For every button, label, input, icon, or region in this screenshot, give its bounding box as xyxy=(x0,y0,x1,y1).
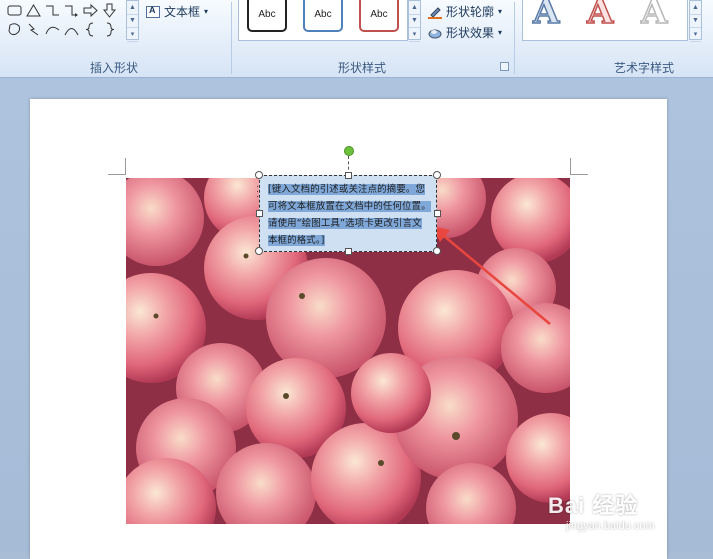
rectangle-shape-icon[interactable] xyxy=(6,2,23,19)
resize-handle-top-left[interactable] xyxy=(255,171,263,179)
curve-shape-icon[interactable] xyxy=(44,21,61,38)
scroll-up-icon[interactable]: ▲ xyxy=(409,1,420,15)
shape-style-thumb-1[interactable]: Abc xyxy=(247,0,287,32)
pen-outline-icon xyxy=(428,5,442,19)
crop-mark xyxy=(570,158,571,175)
wordart-style-2[interactable]: A xyxy=(586,0,614,33)
shape-outline-button[interactable]: 形状轮廓 ▾ xyxy=(428,3,502,20)
watermark-url: jingyan.baidu.com xyxy=(566,520,655,532)
style-thumb-label: Abc xyxy=(314,8,332,20)
triangle-shape-icon[interactable] xyxy=(25,2,42,19)
shape-effects-icon xyxy=(428,26,442,40)
scroll-down-icon[interactable]: ▼ xyxy=(690,15,701,29)
textbox-content[interactable]: [键入文档的引述或关注点的摘要。您可将文本框放置在文档中的任何位置。请使用“绘图… xyxy=(268,181,431,249)
more-icon[interactable]: ▾ xyxy=(409,28,420,42)
watermark-brand: Bai 经验 xyxy=(548,493,639,518)
resize-handle-bottom[interactable] xyxy=(345,248,352,255)
right-brace-icon[interactable] xyxy=(101,21,118,38)
crop-mark xyxy=(570,174,588,175)
anchor-icon[interactable]: · · · xyxy=(256,182,260,201)
down-arrow-shape-icon[interactable] xyxy=(101,2,118,19)
textbox-icon xyxy=(146,5,160,18)
shape-style-thumb-3[interactable]: Abc xyxy=(359,0,399,32)
resize-handle-top[interactable] xyxy=(345,172,352,179)
shape-gallery-row-2 xyxy=(6,21,118,38)
left-brace-icon[interactable] xyxy=(82,21,99,38)
shape-outline-label: 形状轮廓 xyxy=(446,5,495,19)
wordart-style-3[interactable]: A xyxy=(640,0,668,33)
resize-handle-left[interactable] xyxy=(256,210,263,217)
wordart-gallery-scroll[interactable]: ▲ ▼ ▾ xyxy=(689,0,702,42)
group-label-shape-styles: 形状样式 xyxy=(338,61,387,75)
shape-style-gallery: Abc Abc Abc xyxy=(238,0,408,41)
chevron-down-icon: ▾ xyxy=(498,7,503,16)
textbox-button-label: 文本框 xyxy=(164,5,201,19)
group-label-wordart-styles: 艺术字样式 xyxy=(614,61,675,75)
dialog-launcher-icon[interactable] xyxy=(500,62,509,71)
shape-style-thumb-2[interactable]: Abc xyxy=(303,0,343,32)
more-icon[interactable]: ▾ xyxy=(127,28,138,42)
textbox-button[interactable]: 文本框 ▾ xyxy=(146,3,208,20)
resize-handle-top-right[interactable] xyxy=(433,171,441,179)
group-divider xyxy=(514,2,515,74)
shape-effects-label: 形状效果 xyxy=(446,26,495,40)
group-label-insert-shapes: 插入形状 xyxy=(90,61,139,75)
shape-gallery-scroll[interactable]: ▲ ▼ ▾ xyxy=(126,0,139,42)
scroll-up-icon[interactable]: ▲ xyxy=(127,1,138,15)
textbox-placeholder-text[interactable]: [键入文档的引述或关注点的摘要。您可将文本框放置在文档中的任何位置。请使用“绘图… xyxy=(268,184,431,246)
watermark: Bai 经验 jingyan.baidu.com xyxy=(548,484,708,544)
scroll-down-icon[interactable]: ▼ xyxy=(409,15,420,29)
right-arrow-shape-icon[interactable] xyxy=(82,2,99,19)
resize-handle-right[interactable] xyxy=(434,210,441,217)
scroll-down-icon[interactable]: ▼ xyxy=(127,15,138,29)
arc-shape-icon[interactable] xyxy=(63,21,80,38)
ribbon: ▲ ▼ ▾ 文本框 ▾ 插入形状 Abc Abc Abc ▲ ▼ ▾ 形状轮廓 … xyxy=(0,0,713,78)
resize-handle-bottom-right[interactable] xyxy=(433,247,441,255)
pull-quote-textbox[interactable]: [键入文档的引述或关注点的摘要。您可将文本框放置在文档中的任何位置。请使用“绘图… xyxy=(259,175,437,252)
crop-mark xyxy=(125,158,126,175)
elbow-connector-icon[interactable] xyxy=(44,2,61,19)
wordart-style-gallery: A A A xyxy=(522,0,688,41)
style-thumb-label: Abc xyxy=(370,8,388,20)
group-divider xyxy=(231,2,232,74)
style-thumb-label: Abc xyxy=(258,8,276,20)
elbow-arrow-icon[interactable] xyxy=(63,2,80,19)
freeform-shape-icon[interactable] xyxy=(6,21,23,38)
chevron-down-icon: ▾ xyxy=(204,7,209,16)
scroll-up-icon[interactable]: ▲ xyxy=(690,1,701,15)
resize-handle-bottom-left[interactable] xyxy=(255,247,263,255)
shape-gallery-row-1 xyxy=(6,2,118,19)
chevron-down-icon: ▾ xyxy=(498,28,503,37)
more-icon[interactable]: ▾ xyxy=(690,28,701,42)
rotation-handle[interactable] xyxy=(344,146,354,156)
lightning-shape-icon[interactable] xyxy=(25,21,42,38)
shape-style-scroll[interactable]: ▲ ▼ ▾ xyxy=(408,0,421,42)
shape-effects-button[interactable]: 形状效果 ▾ xyxy=(428,24,502,41)
wordart-style-1[interactable]: A xyxy=(532,0,560,33)
crop-mark xyxy=(108,174,126,175)
